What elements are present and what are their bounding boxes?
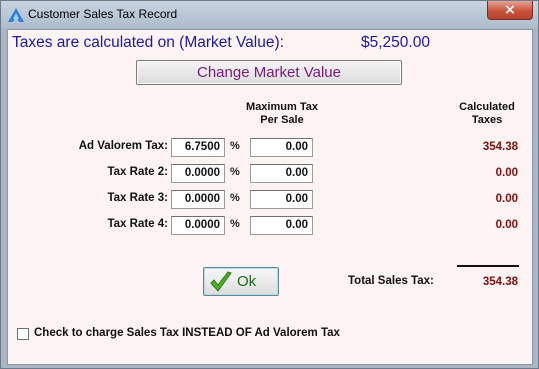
tax-rate-4-max-tax-input[interactable]: 0.00 xyxy=(250,216,313,235)
change-market-value-label: Change Market Value xyxy=(197,64,341,81)
calc-header-line1: Calculated xyxy=(459,101,515,113)
percent-sign: % xyxy=(230,140,240,152)
tax-rate-2-calculated: 0.00 xyxy=(495,167,518,179)
max-tax-column-header: Maximum Tax Per Sale xyxy=(230,101,334,127)
change-market-value-button[interactable]: Change Market Value xyxy=(136,60,402,85)
tax-rate-4-label: Tax Rate 4: xyxy=(107,218,168,230)
ok-button[interactable]: Ok xyxy=(203,267,279,296)
basis-heading: Taxes are calculated on (Market Value): xyxy=(12,34,284,51)
market-value: $5,250.00 xyxy=(361,34,430,51)
percent-sign: % xyxy=(230,218,240,230)
ad-valorem-max-tax-input[interactable]: 0.00 xyxy=(250,138,313,157)
tax-rate-3-max-tax-input[interactable]: 0.00 xyxy=(250,190,313,209)
ad-valorem-rate-input[interactable]: 6.7500 xyxy=(171,138,225,157)
close-button[interactable]: × xyxy=(487,1,533,20)
app-logo-icon xyxy=(8,8,24,22)
tax-rate-3-label: Tax Rate 3: xyxy=(107,192,168,204)
sales-tax-instead-checkbox[interactable] xyxy=(17,328,29,340)
sales-tax-instead-label[interactable]: Check to charge Sales Tax INSTEAD OF Ad … xyxy=(34,327,340,339)
tax-rate-4-input[interactable]: 0.0000 xyxy=(171,216,225,235)
tax-rate-2-max-tax-input[interactable]: 0.00 xyxy=(250,164,313,183)
total-sales-tax-value: 354.38 xyxy=(482,276,518,288)
ad-valorem-calculated: 354.38 xyxy=(482,141,518,153)
percent-sign: % xyxy=(230,192,240,204)
ok-label: Ok xyxy=(237,273,257,290)
title-bar[interactable]: Customer Sales Tax Record × xyxy=(1,1,538,28)
tax-rate-4-calculated: 0.00 xyxy=(495,219,518,231)
tax-rate-3-input[interactable]: 0.0000 xyxy=(171,190,225,209)
ad-valorem-label: Ad Valorem Tax: xyxy=(78,140,168,152)
max-tax-header-line2: Per Sale xyxy=(260,114,304,126)
window-title: Customer Sales Tax Record xyxy=(28,7,178,21)
sales-tax-window: Customer Sales Tax Record × Taxes are ca… xyxy=(0,0,539,369)
tax-rate-2-input[interactable]: 0.0000 xyxy=(171,164,225,183)
total-underline xyxy=(457,265,519,267)
close-icon: × xyxy=(504,2,516,18)
tax-rate-2-label: Tax Rate 2: xyxy=(107,166,168,178)
total-sales-tax-label: Total Sales Tax: xyxy=(348,275,434,287)
tax-rate-3-calculated: 0.00 xyxy=(495,193,518,205)
calculated-taxes-column-header: Calculated Taxes xyxy=(444,101,530,127)
calc-header-line2: Taxes xyxy=(471,114,503,126)
checkmark-icon xyxy=(210,271,232,292)
max-tax-header-line1: Maximum Tax xyxy=(246,101,318,113)
dialog-body: Taxes are calculated on (Market Value): … xyxy=(7,29,533,365)
percent-sign: % xyxy=(230,166,240,178)
